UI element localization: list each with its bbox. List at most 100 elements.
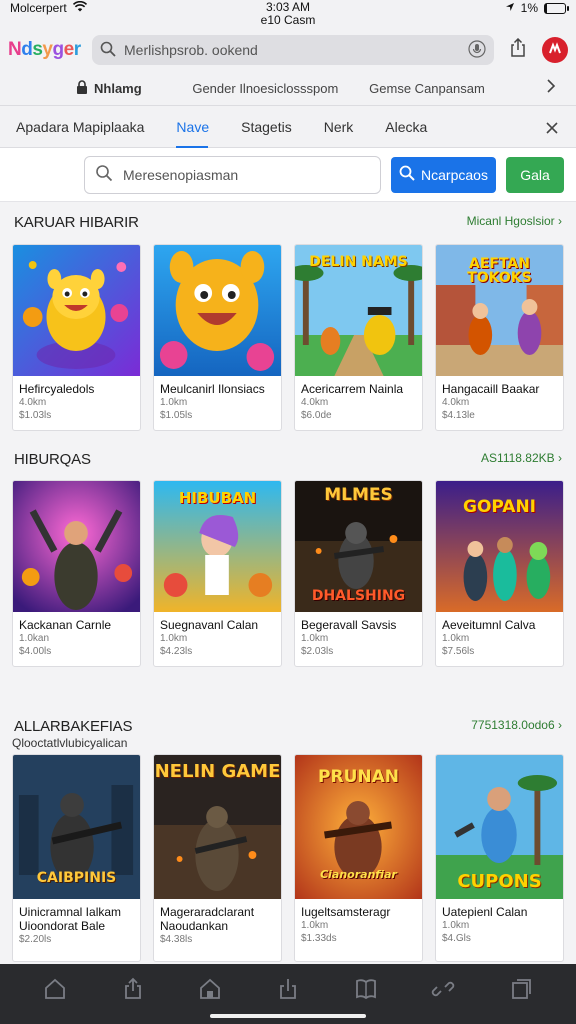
card-size: 4.0km bbox=[301, 397, 329, 408]
game-art-title: GOPANI bbox=[462, 497, 536, 517]
card-price: $4.Gls bbox=[442, 933, 471, 944]
home-icon[interactable] bbox=[43, 977, 67, 1001]
tab-label: Nave bbox=[176, 118, 210, 135]
site-logo[interactable]: Ndsyger bbox=[8, 39, 82, 61]
section-see-all-link[interactable]: 7751318.0odo6 › bbox=[471, 718, 562, 732]
game-card[interactable]: CUPONS Uatepienl Calan 1.0km $4.Gls bbox=[435, 754, 564, 962]
game-card[interactable]: NELIN GAME Mageraradclarant Naoudankan $… bbox=[153, 754, 282, 962]
tab-nerk[interactable]: Nerk bbox=[324, 106, 386, 148]
tabs-icon[interactable] bbox=[509, 977, 533, 1001]
search-input[interactable]: Meresenopiasman bbox=[84, 155, 381, 194]
game-thumbnail: HIBUBAN bbox=[154, 481, 281, 612]
chevron-right-icon[interactable] bbox=[546, 79, 556, 98]
game-card[interactable]: GOPANI Aeveitumnl Calva 1.0km $7.56ls bbox=[435, 480, 564, 667]
section-hiburqas: HIBURQAS AS1118.82KB › bbox=[0, 451, 576, 473]
game-card[interactable]: HIBUBAN Suegnavanl Calan 1.0km $4.23ls bbox=[153, 480, 282, 667]
search-icon bbox=[95, 164, 113, 185]
game-card[interactable]: MLMES DHALSHING Begeravall Savsis 1.0km … bbox=[294, 480, 423, 667]
share-button[interactable] bbox=[504, 36, 532, 64]
logo-letter: e bbox=[63, 39, 75, 60]
card-price: $1.33ds bbox=[301, 933, 337, 944]
card-title: Uinicramnal Ialkam bbox=[19, 905, 122, 919]
section-header: KARUAR HIBARIR Micanl Hgoslsior › bbox=[0, 214, 576, 236]
status-subtitle: e10 Casm bbox=[260, 13, 316, 27]
share-icon bbox=[509, 37, 527, 63]
game-card[interactable]: AEFTAN TOKOKS Hangacaill Baakar 4.0km $4… bbox=[435, 244, 564, 431]
card-size: 1.0km bbox=[160, 633, 188, 644]
card-subtitle: Uioondorat Bale bbox=[19, 919, 106, 933]
card-title: Suegnavanl Calan bbox=[160, 618, 259, 632]
share-icon[interactable] bbox=[276, 977, 300, 1001]
search-button[interactable]: Ncarpcaos bbox=[391, 156, 496, 193]
game-art-title: MLMES bbox=[324, 485, 393, 505]
game-art-subtitle: DHALSHING bbox=[311, 588, 406, 604]
game-art-title: AEFTAN TOKOKS bbox=[467, 256, 532, 286]
card-price: $2.03ls bbox=[301, 646, 334, 657]
game-thumbnail: AEFTAN TOKOKS bbox=[436, 245, 563, 376]
section-title: HIBURQAS bbox=[14, 451, 91, 468]
game-thumbnail bbox=[13, 481, 140, 612]
card-row: CAIBPINIS Uinicramnal Ialkam Uioondorat … bbox=[0, 754, 576, 962]
section-title: KARUAR HIBARIR bbox=[14, 214, 139, 231]
game-thumbnail: PRUNAN Cianoranfiar bbox=[295, 755, 422, 899]
game-art-title: DELIN NAMS bbox=[309, 254, 408, 270]
game-thumbnail bbox=[13, 245, 140, 376]
address-bar[interactable]: Merlishpsrob. ookend bbox=[92, 35, 494, 65]
battery-icon bbox=[544, 2, 569, 14]
lock-icon bbox=[76, 80, 88, 97]
gala-button[interactable]: Gala bbox=[506, 156, 564, 193]
home-indicator[interactable] bbox=[210, 1014, 366, 1018]
section-subtitle: Qlooctatlvlubicyalican bbox=[12, 736, 128, 750]
card-title: Iugeltsamsteragr bbox=[301, 905, 391, 919]
game-thumbnail: CUPONS bbox=[436, 755, 563, 899]
tab-alecka[interactable]: Alecka bbox=[385, 106, 459, 148]
section-link-text: Micanl Hgoslsior bbox=[466, 214, 555, 228]
card-title: Meulcanirl Ilonsiacs bbox=[160, 382, 265, 396]
game-card[interactable]: Hefircyaledols 4.0km $1.03ls bbox=[12, 244, 141, 431]
card-row: Kackanan Carnle 1.0kan $4.00ls HIBUBAN S… bbox=[0, 480, 576, 667]
game-card[interactable]: Meulcanirl Ilonsiacs 1.0km $1.05ls bbox=[153, 244, 282, 431]
book-icon[interactable] bbox=[354, 977, 378, 1001]
card-size: 1.0kan bbox=[19, 633, 50, 644]
search-icon bbox=[100, 41, 116, 60]
game-thumbnail: CAIBPINIS bbox=[13, 755, 140, 899]
tab-stagetis[interactable]: Stagetis bbox=[241, 106, 324, 148]
browser-toolbar: Ndsyger Merlishpsrob. ookend bbox=[0, 28, 576, 72]
logo-letter: s bbox=[32, 39, 43, 60]
tab-nave[interactable]: Nave bbox=[176, 106, 241, 148]
logo-letter: r bbox=[73, 39, 81, 60]
section-see-all-link[interactable]: Micanl Hgoslsior › bbox=[467, 214, 562, 228]
card-size: 4.0km bbox=[442, 397, 470, 408]
game-card[interactable]: DELIN NAMS Acericarrem Nainla 4.0km $6.0… bbox=[294, 244, 423, 431]
close-icon[interactable] bbox=[546, 118, 558, 139]
game-art-title: CAIBPINIS bbox=[36, 870, 117, 886]
tab-apadara[interactable]: Apadara Mapiplaaka bbox=[16, 106, 176, 148]
section-karuar: KARUAR HIBARIR Micanl Hgoslsior › bbox=[0, 214, 576, 236]
home-icon[interactable] bbox=[198, 977, 222, 1001]
card-price: $1.05ls bbox=[160, 410, 193, 421]
game-card[interactable]: CAIBPINIS Uinicramnal Ialkam Uioondorat … bbox=[12, 754, 141, 962]
microphone-icon[interactable] bbox=[468, 39, 486, 61]
share-icon[interactable] bbox=[121, 977, 145, 1001]
card-price: $7.56ls bbox=[442, 646, 475, 657]
logo-letter: d bbox=[21, 39, 33, 60]
profile-avatar[interactable] bbox=[542, 37, 568, 63]
section-see-all-link[interactable]: AS1118.82KB › bbox=[481, 451, 562, 465]
game-thumbnail: NELIN GAME bbox=[154, 755, 281, 899]
section-allarbakefias: ALLARBAKEFIAS 7751318.0odo6 › Qlooctatlv… bbox=[0, 710, 576, 750]
card-size: 1.0km bbox=[160, 397, 188, 408]
card-price: $4.38ls bbox=[160, 934, 193, 945]
secure-site-label[interactable]: Nhlamg bbox=[76, 80, 192, 97]
site-link-2[interactable]: Gemse Canpansam bbox=[369, 81, 546, 96]
game-card[interactable]: Kackanan Carnle 1.0kan $4.00ls bbox=[12, 480, 141, 667]
site-link-1[interactable]: Gender Ilnoesiclossspom bbox=[192, 81, 369, 96]
gala-button-label: Gala bbox=[520, 166, 550, 183]
game-art-subtitle: Cianoranfiar bbox=[320, 868, 397, 881]
tab-label: Apadara Mapiplaaka bbox=[16, 118, 145, 135]
game-thumbnail: MLMES DHALSHING bbox=[295, 481, 422, 612]
link-icon[interactable] bbox=[431, 977, 455, 1001]
search-row: Meresenopiasman Ncarpcaos Gala bbox=[0, 148, 576, 202]
game-card[interactable]: PRUNAN Cianoranfiar Iugeltsamsteragr 1.0… bbox=[294, 754, 423, 962]
card-title: Kackanan Carnle bbox=[19, 618, 112, 632]
card-size: 1.0km bbox=[301, 633, 329, 644]
